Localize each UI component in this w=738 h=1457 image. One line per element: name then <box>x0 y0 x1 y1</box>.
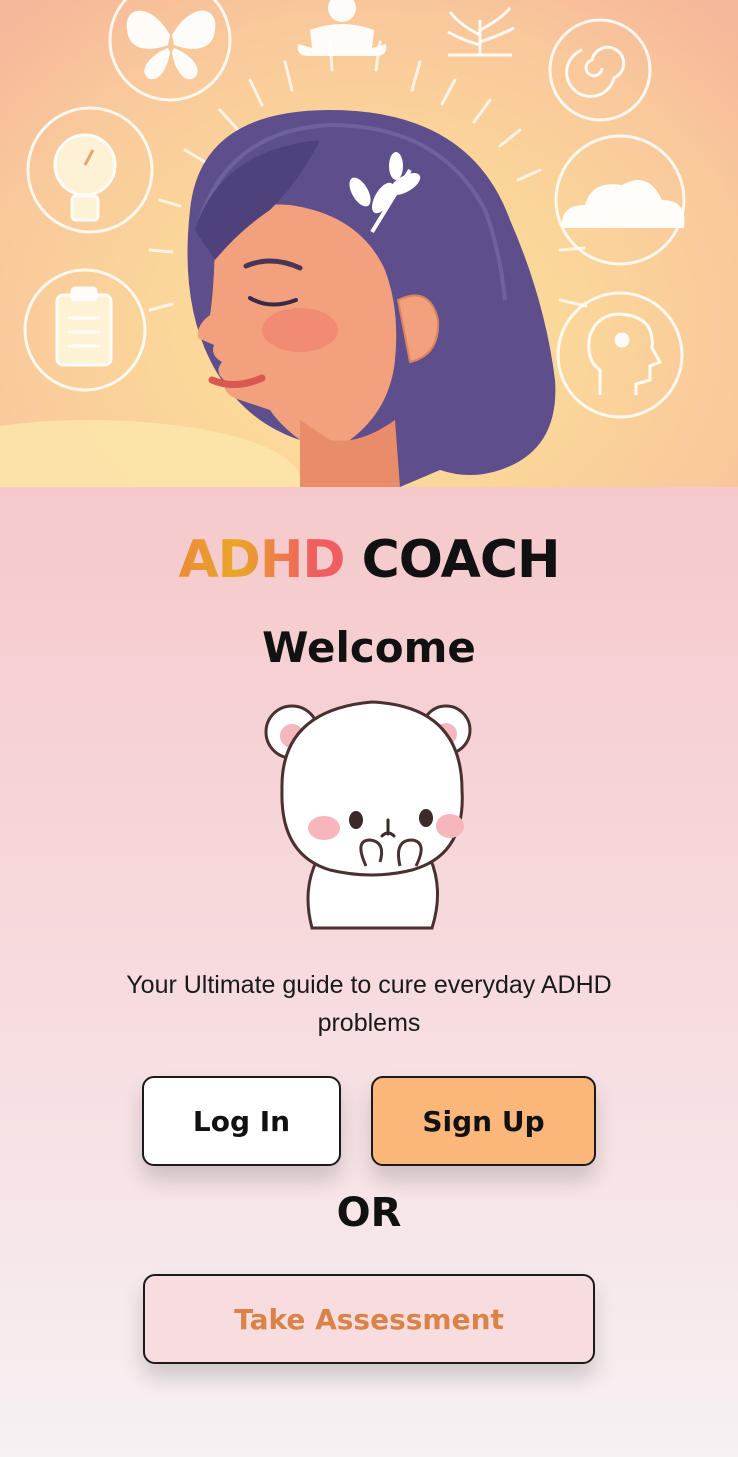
meditation-icon <box>297 0 387 56</box>
welcome-heading: Welcome <box>262 623 476 672</box>
cloud-icon <box>561 180 685 228</box>
take-assessment-button[interactable]: Take Assessment <box>143 1274 595 1364</box>
log-in-button[interactable]: Log In <box>142 1076 341 1166</box>
log-in-label: Log In <box>192 1104 291 1138</box>
tagline-text: Your Ultimate guide to cure everyday ADH… <box>126 971 612 1037</box>
app-title-suffix: COACH <box>361 530 561 590</box>
app-title-brand: ADHD <box>178 530 345 590</box>
clipboard-icon <box>55 286 113 367</box>
hero-illustration <box>0 0 738 487</box>
butterfly-icon <box>126 10 216 80</box>
lightbulb-icon <box>53 133 117 222</box>
sign-up-label: Sign Up <box>422 1104 545 1138</box>
sign-up-button[interactable]: Sign Up <box>371 1076 596 1166</box>
woman-meditating-illustration <box>0 0 686 487</box>
take-assessment-label: Take Assessment <box>234 1302 504 1336</box>
or-separator: OR <box>336 1190 402 1236</box>
spiral-icon <box>565 45 626 98</box>
plant-icon <box>447 7 515 57</box>
white-bear-sticker <box>264 700 472 930</box>
app-title: ADHD COACH <box>0 530 738 590</box>
head-profile-icon <box>587 312 663 395</box>
